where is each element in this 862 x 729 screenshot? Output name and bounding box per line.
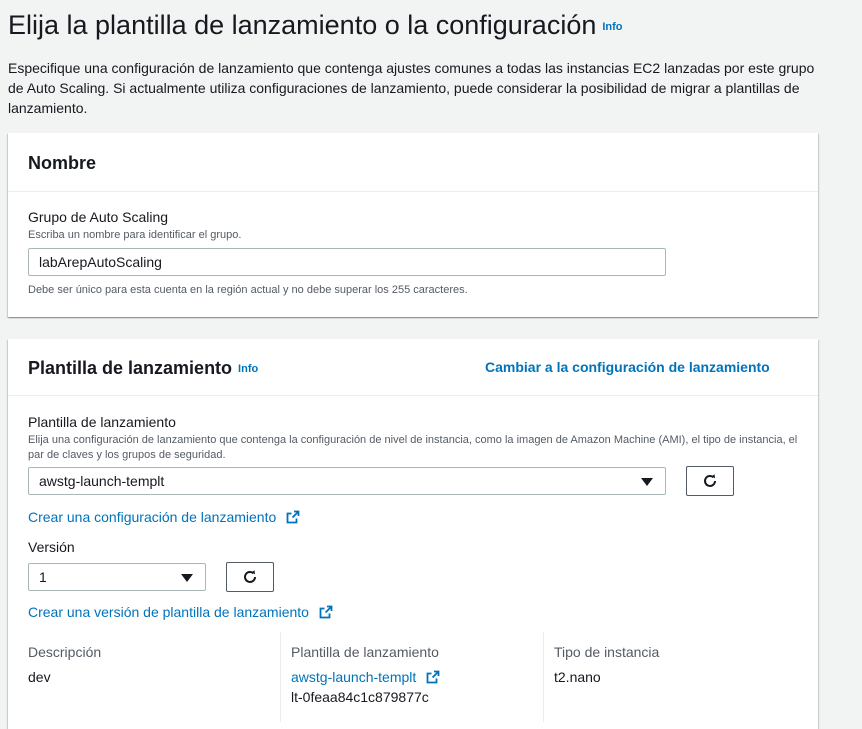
external-link-icon <box>426 670 440 684</box>
launch-template-title-text: Plantilla de lanzamiento <box>28 358 233 378</box>
create-launch-config-link-text: Crear una configuración de lanzamiento <box>28 509 277 525</box>
version-select-value: 1 <box>39 569 47 585</box>
caret-down-icon <box>181 574 193 582</box>
launch-template-info-link[interactable]: Info <box>238 363 258 375</box>
page-title: Elija la plantilla de lanzamiento o la c… <box>8 10 623 41</box>
refresh-templates-button[interactable] <box>686 466 734 496</box>
detail-template-id: lt-0feaa84c1c879877c <box>291 689 429 705</box>
name-card-title: Nombre <box>28 153 97 173</box>
create-template-version-link-text: Crear una versión de plantilla de lanzam… <box>28 604 309 620</box>
page-title-text: Elija la plantilla de lanzamiento o la c… <box>8 10 597 40</box>
version-select[interactable]: 1 <box>28 563 206 591</box>
detail-instance-type-value: t2.nano <box>554 669 601 685</box>
refresh-icon <box>244 570 256 583</box>
create-launch-config-link[interactable]: Crear una configuración de lanzamiento <box>28 509 300 525</box>
group-name-label: Grupo de Auto Scaling <box>28 209 169 225</box>
launch-template-card: Plantilla de lanzamiento Info Cambiar a l… <box>8 339 818 729</box>
launch-template-label: Plantilla de lanzamiento <box>28 414 176 430</box>
detail-template-label: Plantilla de lanzamiento <box>291 644 439 660</box>
launch-template-select-value: awstg-launch-templt <box>39 473 165 489</box>
caret-down-icon <box>641 478 653 486</box>
group-name-constraint: Debe ser único para esta cuenta en la re… <box>28 284 468 296</box>
detail-description-value: dev <box>28 669 51 685</box>
page-info-link[interactable]: Info <box>602 21 622 33</box>
create-template-version-link[interactable]: Crear una versión de plantilla de lanzam… <box>28 604 333 620</box>
group-name-help: Escriba un nombre para identificar el gr… <box>28 229 242 241</box>
detail-template-column: Plantilla de lanzamiento awstg-launch-te… <box>280 632 543 722</box>
detail-template-link[interactable]: awstg-launch-templt <box>291 669 440 685</box>
external-link-icon <box>319 605 333 619</box>
switch-to-launch-config-link[interactable]: Cambiar a la configuración de lanzamient… <box>485 359 770 375</box>
group-name-input[interactable]: labArepAutoScaling <box>28 248 666 276</box>
launch-template-card-title: Plantilla de lanzamiento Info <box>28 358 258 379</box>
detail-description-column: Descripción dev <box>28 632 278 722</box>
launch-template-help: Elija una configuración de lanzamiento q… <box>28 434 798 461</box>
detail-instance-type-column: Tipo de instancia t2.nano <box>543 632 804 722</box>
version-label: Versión <box>28 539 75 555</box>
detail-description-label: Descripción <box>28 644 102 660</box>
detail-instance-type-label: Tipo de instancia <box>554 644 660 660</box>
name-card: Nombre Grupo de Auto Scaling Escriba un … <box>8 133 818 317</box>
refresh-versions-button[interactable] <box>226 562 274 592</box>
launch-template-select[interactable]: awstg-launch-templt <box>28 467 666 495</box>
page-description: Especifique una configuración de lanzami… <box>8 60 815 116</box>
launch-template-card-header: Plantilla de lanzamiento Info Cambiar a l… <box>8 339 818 396</box>
external-link-icon <box>286 510 300 524</box>
name-card-header: Nombre <box>8 133 818 192</box>
detail-template-link-text: awstg-launch-templt <box>291 669 417 685</box>
refresh-icon <box>704 474 716 487</box>
